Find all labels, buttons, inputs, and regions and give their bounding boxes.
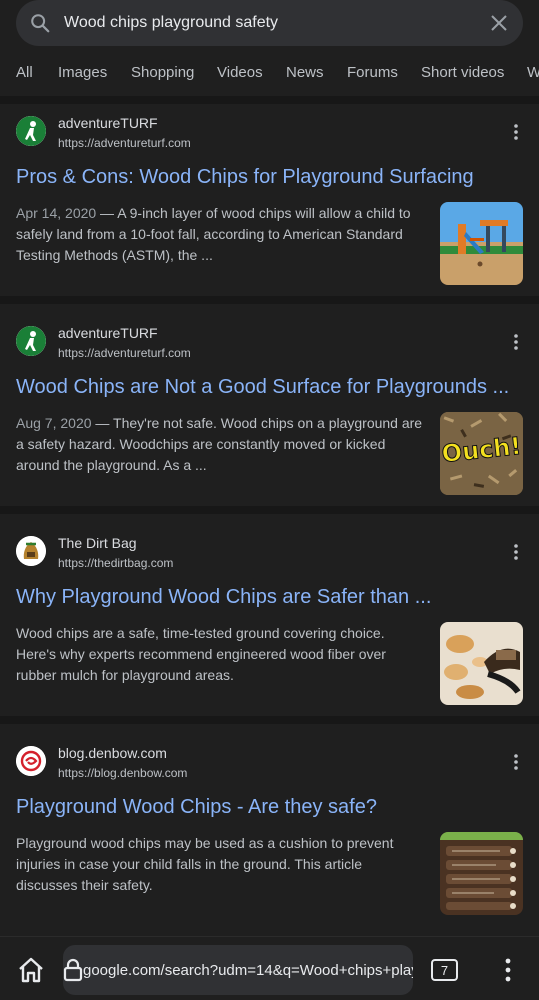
divider (0, 96, 539, 104)
more-options-icon[interactable] (506, 332, 526, 352)
tab-news[interactable]: News (286, 58, 324, 88)
result-date: Aug 7, 2020 (16, 415, 92, 431)
more-options-icon[interactable] (506, 542, 526, 562)
result-title[interactable]: Why Playground Wood Chips are Safer than… (16, 586, 526, 609)
search-bar[interactable]: Wood chips playground safety (16, 0, 523, 46)
more-options-icon[interactable] (506, 122, 526, 142)
result-snippet: Wood chips are a safe, time-tested groun… (16, 625, 386, 683)
lock-icon[interactable] (63, 958, 83, 982)
result-snippet: Aug 7, 2020 — They're not safe. Wood chi… (16, 415, 423, 473)
search-input[interactable]: Wood chips playground safety (64, 14, 475, 32)
search-icon[interactable] (16, 12, 64, 34)
tab-switcher-button[interactable]: 7 (431, 959, 458, 981)
tab-shopping[interactable]: Shopping (131, 58, 194, 88)
result-thumbnail[interactable] (440, 202, 523, 285)
divider (0, 716, 539, 724)
result-title[interactable]: Playground Wood Chips - Are they safe? (16, 796, 526, 819)
result-title[interactable]: Wood Chips are Not a Good Surface for Pl… (16, 376, 526, 399)
tab-images[interactable]: Images (58, 58, 107, 88)
more-options-icon[interactable] (506, 752, 526, 772)
divider (0, 296, 539, 304)
tab-count: 7 (440, 962, 449, 978)
home-icon[interactable] (16, 955, 46, 985)
browser-bottom-bar: google.com/search?udm=14&q=Wood+chips+pl… (0, 936, 539, 1000)
result-thumbnail[interactable]: Ouch! (440, 412, 523, 495)
result-card: blog.denbow.com https://blog.denbow.com … (0, 724, 539, 936)
result-title[interactable]: Pros & Cons: Wood Chips for Playground S… (16, 166, 526, 189)
result-thumbnail[interactable] (440, 832, 523, 915)
result-site-name[interactable]: blog.denbow.com (58, 745, 167, 761)
search-tabs: All Images Shopping Videos News Forums S… (0, 58, 539, 88)
denbow-favicon-icon (16, 746, 46, 776)
result-site-url[interactable]: https://adventureturf.com (58, 346, 191, 360)
result-site-name[interactable]: The Dirt Bag (58, 535, 137, 551)
result-date: Apr 14, 2020 (16, 205, 97, 221)
result-site-name[interactable]: adventureTURF (58, 115, 158, 131)
result-snippet: Playground wood chips may be used as a c… (16, 835, 394, 893)
result-card: adventureTURF https://adventureturf.com … (0, 104, 539, 296)
result-card: adventureTURF https://adventureturf.com … (0, 304, 539, 506)
result-site-name[interactable]: adventureTURF (58, 325, 158, 341)
close-icon[interactable] (475, 14, 523, 32)
result-site-url[interactable]: https://adventureturf.com (58, 136, 191, 150)
result-snippet: Apr 14, 2020 — A 9-inch layer of wood ch… (16, 205, 411, 263)
address-url[interactable]: google.com/search?udm=14&q=Wood+chips+pl… (83, 962, 413, 979)
result-site-url[interactable]: https://blog.denbow.com (58, 766, 187, 780)
adventureturf-favicon-icon (16, 116, 46, 146)
dirtbag-favicon-icon (16, 536, 46, 566)
address-bar[interactable]: google.com/search?udm=14&q=Wood+chips+pl… (63, 945, 413, 995)
tab-short-videos[interactable]: Short videos (421, 58, 504, 88)
tab-videos[interactable]: Videos (217, 58, 263, 88)
menu-icon[interactable] (498, 956, 518, 984)
adventureturf-favicon-icon (16, 326, 46, 356)
result-thumbnail[interactable] (440, 622, 523, 705)
result-site-url[interactable]: https://thedirtbag.com (58, 556, 173, 570)
tab-all[interactable]: All (16, 58, 33, 88)
tab-forums[interactable]: Forums (347, 58, 398, 88)
divider (0, 506, 539, 514)
tab-more[interactable]: W (527, 58, 539, 88)
result-card: The Dirt Bag https://thedirtbag.com Why … (0, 514, 539, 716)
top-bar: Wood chips playground safety All Images … (0, 0, 539, 96)
